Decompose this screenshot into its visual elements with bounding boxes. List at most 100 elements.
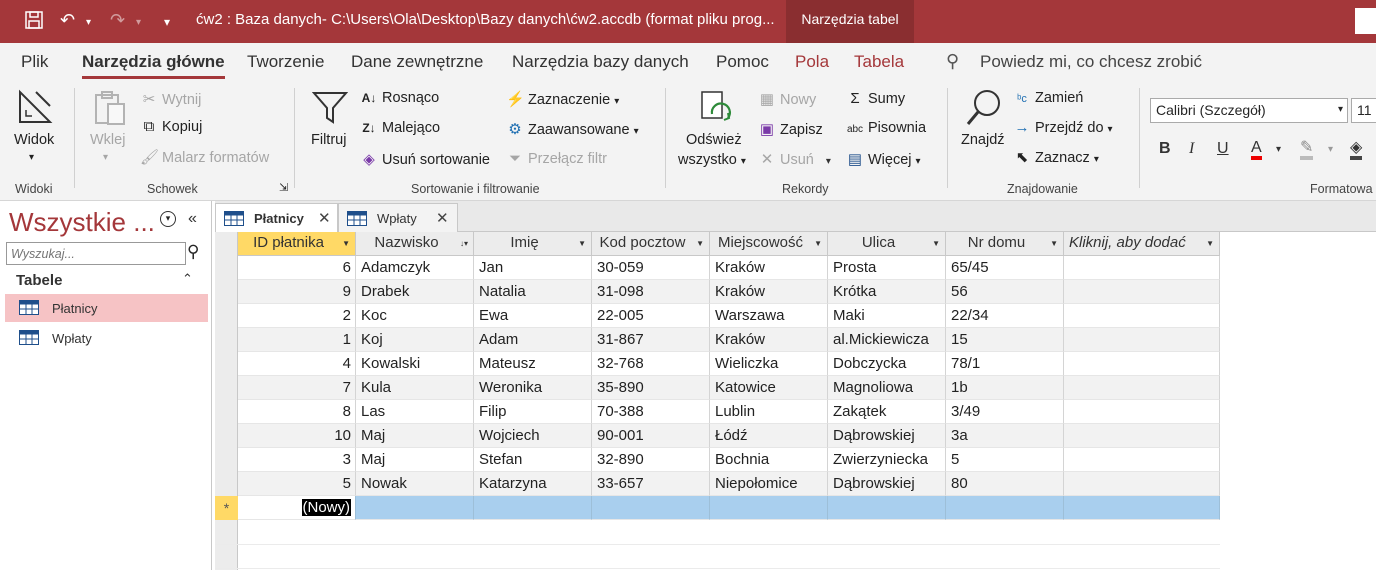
menu-pola[interactable]: Pola — [795, 52, 829, 72]
table-cell[interactable]: 15 — [946, 328, 1064, 352]
table-cell[interactable] — [946, 496, 1064, 520]
zamien-button[interactable]: ᵇc Zamień — [1013, 90, 1083, 106]
table-row[interactable]: 9 Drabek Natalia 31-098 Kraków Krótka 56 — [238, 280, 1220, 304]
table-row[interactable]: 5 Nowak Katarzyna 33-657 Niepołomice Dąbrowsk… — [238, 472, 1220, 496]
column-header-nazwisko[interactable]: Nazwisko ↓▾ — [356, 232, 474, 256]
table-cell[interactable]: 90-001 — [592, 424, 710, 448]
collapse-pane-icon[interactable]: « — [188, 210, 197, 228]
table-cell[interactable]: 31-098 — [592, 280, 710, 304]
wklej-dropdown-icon[interactable]: ▾ — [103, 152, 108, 163]
menu-narzedzia-glowne[interactable]: Narzędzia główne — [82, 52, 225, 79]
malarz-formatow-button[interactable]: 🖌 Malarz formatów — [140, 148, 269, 166]
table-cell[interactable]: Adamczyk — [356, 256, 474, 280]
column-dropdown-icon[interactable]: ▼ — [814, 239, 822, 248]
table-cell[interactable]: Zwierzyniecka — [828, 448, 946, 472]
font-size-select[interactable]: 11 — [1351, 98, 1376, 123]
table-cell[interactable]: Lublin — [710, 400, 828, 424]
new-record-row[interactable]: (Nowy) — [238, 496, 1220, 520]
column-dropdown-icon[interactable]: ▼ — [342, 239, 350, 248]
underline-button[interactable]: U — [1217, 140, 1229, 158]
table-cell[interactable]: Niepołomice — [710, 472, 828, 496]
nowy-button[interactable]: ▦ Nowy — [758, 90, 816, 108]
bold-button[interactable]: B — [1159, 140, 1171, 158]
highlight-dropdown-icon[interactable]: ▾ — [1328, 144, 1333, 155]
view-icon[interactable] — [16, 88, 54, 129]
menu-tabela[interactable]: Tabela — [854, 52, 904, 72]
table-cell[interactable]: Ewa — [474, 304, 592, 328]
table-cell[interactable]: Koc — [356, 304, 474, 328]
table-cell[interactable]: Maki — [828, 304, 946, 328]
filtruj-button[interactable]: Filtruj — [311, 132, 346, 148]
table-cell[interactable]: 5 — [238, 472, 356, 496]
table-cell[interactable]: 9 — [238, 280, 356, 304]
sumy-button[interactable]: Σ Sumy — [846, 90, 905, 107]
wiecej-button[interactable]: ▤ Więcej ▾ — [846, 150, 921, 168]
redo-icon[interactable]: ↷ — [110, 10, 125, 31]
table-cell[interactable]: 22-005 — [592, 304, 710, 328]
close-tab-icon[interactable]: ✕ — [436, 209, 449, 227]
tell-me-search[interactable]: Powiedz mi, co chcesz zrobić — [980, 52, 1202, 72]
column-header-nr-domu[interactable]: Nr domu ▼ — [946, 232, 1064, 256]
table-cell[interactable]: Kowalski — [356, 352, 474, 376]
table-cell[interactable]: Kraków — [710, 256, 828, 280]
table-cell[interactable]: 3/49 — [946, 400, 1064, 424]
table-row[interactable]: 10 Maj Wojciech 90-001 Łódź Dąbrowskiej 3a — [238, 424, 1220, 448]
table-cell[interactable] — [1064, 448, 1220, 472]
menu-pomoc[interactable]: Pomoc — [716, 52, 769, 72]
usun-sortowanie-button[interactable]: ◈ Usuń sortowanie — [360, 150, 490, 168]
table-cell[interactable]: Katowice — [710, 376, 828, 400]
zapisz-button[interactable]: ▣ Zapisz — [758, 120, 823, 138]
table-cell[interactable] — [356, 496, 474, 520]
column-header-imie[interactable]: Imię ▼ — [474, 232, 592, 256]
table-cell[interactable] — [1064, 400, 1220, 424]
table-cell[interactable] — [710, 496, 828, 520]
table-cell[interactable]: 78/1 — [946, 352, 1064, 376]
column-dropdown-icon[interactable]: ▼ — [578, 239, 586, 248]
refresh-all-icon[interactable] — [698, 90, 734, 129]
table-cell[interactable]: Dobczycka — [828, 352, 946, 376]
column-dropdown-icon[interactable]: ▼ — [696, 239, 704, 248]
nav-menu-dropdown-icon[interactable]: ▾ — [160, 211, 176, 227]
pisownia-button[interactable]: abc Pisownia — [846, 120, 926, 136]
zaznaczenie-button[interactable]: ⚡ Zaznaczenie ▾ — [506, 90, 619, 108]
zaawansowane-button[interactable]: ⚙ Zaawansowane ▾ — [506, 120, 638, 138]
column-dropdown-icon[interactable]: ▼ — [1050, 239, 1058, 248]
znajdz-button[interactable]: Znajdź — [961, 132, 1005, 148]
table-row[interactable]: 8 Las Filip 70-388 Lublin Zakątek 3/49 — [238, 400, 1220, 424]
odswiez-label[interactable]: Odśwież — [686, 132, 742, 148]
table-cell[interactable] — [1064, 352, 1220, 376]
undo-icon[interactable]: ↶ — [60, 10, 75, 31]
widok-button[interactable]: Widok — [14, 132, 54, 148]
close-tab-icon[interactable]: ✕ — [318, 209, 331, 227]
table-cell[interactable] — [1064, 496, 1220, 520]
table-cell[interactable]: 1 — [238, 328, 356, 352]
table-cell[interactable]: Magnoliowa — [828, 376, 946, 400]
table-cell[interactable]: 33-657 — [592, 472, 710, 496]
table-cell[interactable]: Mateusz — [474, 352, 592, 376]
column-header-id[interactable]: ID płatnika ▼ — [238, 232, 356, 256]
zaznacz-button[interactable]: ⬉ Zaznacz ▾ — [1013, 148, 1099, 166]
usun-button[interactable]: ✕ Usuń ▾ — [758, 150, 831, 168]
table-cell[interactable] — [592, 496, 710, 520]
column-header-ulica[interactable]: Ulica ▼ — [828, 232, 946, 256]
save-icon[interactable] — [24, 10, 44, 35]
table-cell[interactable]: Dąbrowskiej — [828, 424, 946, 448]
table-cell[interactable]: Koj — [356, 328, 474, 352]
find-icon[interactable] — [966, 88, 1004, 131]
filter-icon[interactable] — [311, 90, 349, 129]
table-cell[interactable]: Kula — [356, 376, 474, 400]
table-cell[interactable]: Adam — [474, 328, 592, 352]
font-name-select[interactable]: Calibri (Szczegół) ▾ — [1150, 98, 1348, 123]
nav-item-platnicy[interactable]: Płatnicy — [5, 294, 208, 322]
table-row[interactable]: 6 Adamczyk Jan 30-059 Kraków Prosta 65/45 — [238, 256, 1220, 280]
table-cell[interactable]: Prosta — [828, 256, 946, 280]
column-header-miejscowosc[interactable]: Miejscowość ▼ — [710, 232, 828, 256]
table-cell[interactable]: 80 — [946, 472, 1064, 496]
table-cell[interactable]: 7 — [238, 376, 356, 400]
table-cell[interactable]: 1b — [946, 376, 1064, 400]
table-cell[interactable]: Weronika — [474, 376, 592, 400]
font-color-icon[interactable]: A — [1251, 140, 1262, 160]
table-cell[interactable] — [1064, 304, 1220, 328]
redo-dropdown-icon[interactable]: ▾ — [136, 17, 141, 28]
przelacz-filtr-button[interactable]: ⏷ Przełącz filtr — [506, 150, 607, 167]
